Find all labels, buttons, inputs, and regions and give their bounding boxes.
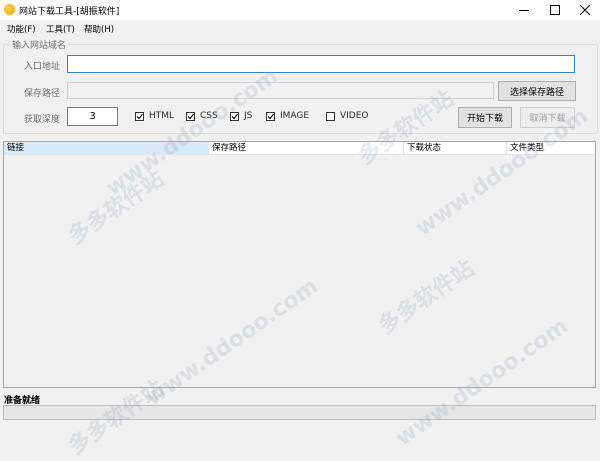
option-html-checkbox[interactable]: HTML <box>135 111 174 121</box>
option-css-label: CSS <box>200 111 218 121</box>
window-title: 网站下载工具-[胡振软件] <box>19 7 120 17</box>
group-title: 输入网站域名 <box>10 38 69 51</box>
maximize-icon <box>550 5 560 15</box>
menu-help[interactable]: 帮助(H) <box>84 23 114 35</box>
checkbox-checked-icon <box>186 111 195 121</box>
save-path-label: 保存路径 <box>24 89 61 99</box>
column-download-status[interactable]: 下载状态 <box>404 142 507 154</box>
checkbox-unchecked-icon <box>326 111 335 121</box>
title-bar: 网站下载工具-[胡振软件] <box>0 0 600 20</box>
menu-tools[interactable]: 工具(T) <box>46 23 75 35</box>
column-link[interactable]: 链接 <box>4 142 209 154</box>
save-path-input[interactable] <box>67 82 494 99</box>
cancel-download-button[interactable]: 取消下载 <box>520 107 575 128</box>
start-download-button[interactable]: 开始下载 <box>458 107 512 128</box>
checkbox-checked-icon <box>266 111 275 121</box>
option-css-checkbox[interactable]: CSS <box>186 111 218 121</box>
depth-label: 获取深度 <box>24 115 61 125</box>
progress-bar <box>3 405 596 420</box>
option-js-checkbox[interactable]: JS <box>230 111 252 121</box>
option-image-label: IMAGE <box>280 111 310 121</box>
app-logo-icon <box>4 4 15 15</box>
option-html-label: HTML <box>149 111 175 121</box>
checkbox-checked-icon <box>230 111 239 121</box>
option-js-label: JS <box>244 111 253 121</box>
option-video-label: VIDEO <box>340 111 369 121</box>
close-icon <box>580 5 590 15</box>
download-list[interactable]: 链接 保存路径 下载状态 文件类型 <box>3 141 596 388</box>
entry-url-input[interactable] <box>67 55 575 73</box>
entry-url-label: 入口地址 <box>24 62 61 72</box>
column-save-path[interactable]: 保存路径 <box>209 142 404 154</box>
close-button[interactable] <box>570 0 600 20</box>
minimize-button[interactable] <box>509 0 539 20</box>
checkbox-checked-icon <box>135 111 144 121</box>
choose-save-path-button[interactable]: 选择保存路径 <box>498 81 576 101</box>
minimize-icon <box>519 10 529 11</box>
maximize-button[interactable] <box>540 0 570 20</box>
menu-bar: 功能(F) 工具(T) 帮助(H) <box>0 20 600 36</box>
option-image-checkbox[interactable]: IMAGE <box>266 111 309 121</box>
column-file-type[interactable]: 文件类型 <box>507 142 595 154</box>
table-header: 链接 保存路径 下载状态 文件类型 <box>4 142 595 155</box>
option-video-checkbox[interactable]: VIDEO <box>326 111 369 121</box>
menu-function[interactable]: 功能(F) <box>7 23 36 35</box>
depth-input[interactable] <box>67 107 118 126</box>
